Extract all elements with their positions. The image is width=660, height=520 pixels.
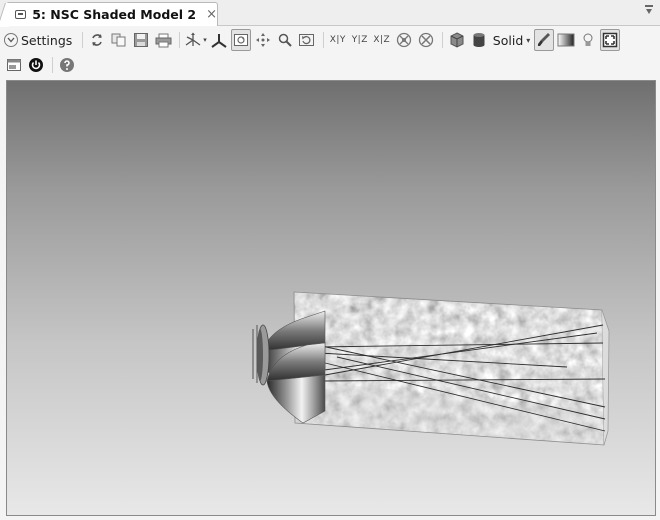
settings-chevron-icon [4, 33, 18, 47]
toolbar-separator [441, 32, 443, 48]
cylinder-button[interactable] [469, 29, 489, 51]
help-icon [60, 58, 74, 72]
gradient-icon [557, 33, 575, 47]
reset-view-button[interactable] [297, 29, 317, 51]
rotate-x-button[interactable] [394, 29, 414, 51]
copy-button[interactable] [109, 29, 129, 51]
tab-nsc-shaded-model[interactable]: 5: NSC Shaded Model 2 × [0, 2, 218, 27]
print-icon [155, 33, 172, 47]
zoom-button[interactable] [275, 29, 295, 51]
cylinder-icon [473, 33, 485, 47]
toolbar-row-2 [4, 53, 79, 77]
window-tab-icon [15, 10, 27, 19]
toolbar-separator [322, 32, 324, 48]
toolbar: Settings ▾ X|Y Y|Z X|Z Solid ▾ [0, 27, 660, 79]
pan-button[interactable] [253, 29, 273, 51]
cube-icon [450, 32, 464, 48]
settings-label: Settings [21, 32, 73, 48]
save-icon [134, 33, 149, 47]
toolbar-row-1: Settings ▾ X|Y Y|Z X|Z Solid ▾ [4, 28, 622, 52]
toolbar-separator [179, 32, 181, 48]
source-optics [252, 310, 326, 424]
fit-window-button[interactable] [600, 29, 621, 51]
power-icon [29, 58, 43, 72]
nsc-3d-model [252, 291, 610, 446]
refresh-button[interactable] [87, 29, 107, 51]
gradient-button[interactable] [556, 29, 576, 51]
rotate-x-icon [396, 32, 411, 48]
rotate-y-icon [418, 32, 433, 48]
solid-cube-button[interactable] [447, 29, 467, 51]
shaded-model-viewport[interactable] [6, 80, 656, 516]
dropdown-caret: ▾ [203, 36, 207, 44]
zoom-icon [278, 33, 292, 47]
analysis-window: 5: NSC Shaded Model 2 × Settings ▾ X|Y Y… [0, 0, 660, 520]
reset-view-icon [299, 34, 315, 46]
light-pipe-body [294, 292, 604, 445]
print-button[interactable] [153, 29, 173, 51]
refresh-icon [92, 34, 103, 46]
window-button[interactable] [4, 54, 24, 76]
window-icon [7, 59, 21, 71]
lamp-button[interactable] [578, 29, 598, 51]
coordinate-axes-dropdown[interactable]: ▾ [184, 29, 207, 51]
power-button[interactable] [26, 54, 46, 76]
axes-orientation-icon [211, 34, 227, 48]
lamp-icon [583, 33, 593, 46]
settings-button[interactable]: Settings [4, 29, 76, 51]
fit-window-icon [603, 32, 618, 48]
view-xy-button[interactable]: X|Y [328, 29, 348, 51]
tab-strip: 5: NSC Shaded Model 2 × [0, 0, 660, 27]
axes-orientation-button[interactable] [209, 29, 229, 51]
toolbar-separator [52, 57, 53, 73]
help-button[interactable] [57, 54, 77, 76]
brush-icon [538, 33, 551, 46]
rotate-view-icon [233, 34, 248, 46]
pin-icon[interactable] [644, 4, 654, 16]
tab-title: 5: NSC Shaded Model 2 [32, 7, 197, 22]
render-mode-dropdown[interactable]: Solid ▾ [491, 29, 532, 51]
dropdown-caret: ▾ [526, 35, 531, 45]
view-xz-button[interactable]: X|Z [372, 29, 392, 51]
rotate-view-button[interactable] [230, 29, 251, 51]
rotate-y-button[interactable] [416, 29, 436, 51]
save-button[interactable] [131, 29, 151, 51]
coordinate-axes-icon [185, 32, 201, 46]
render-mode-label: Solid [492, 32, 524, 48]
copy-icon [111, 33, 126, 47]
view-yz-button[interactable]: Y|Z [350, 29, 370, 51]
brush-button[interactable] [534, 29, 555, 51]
close-icon[interactable]: × [206, 7, 217, 22]
pan-icon [255, 33, 270, 47]
toolbar-separator [82, 32, 84, 48]
